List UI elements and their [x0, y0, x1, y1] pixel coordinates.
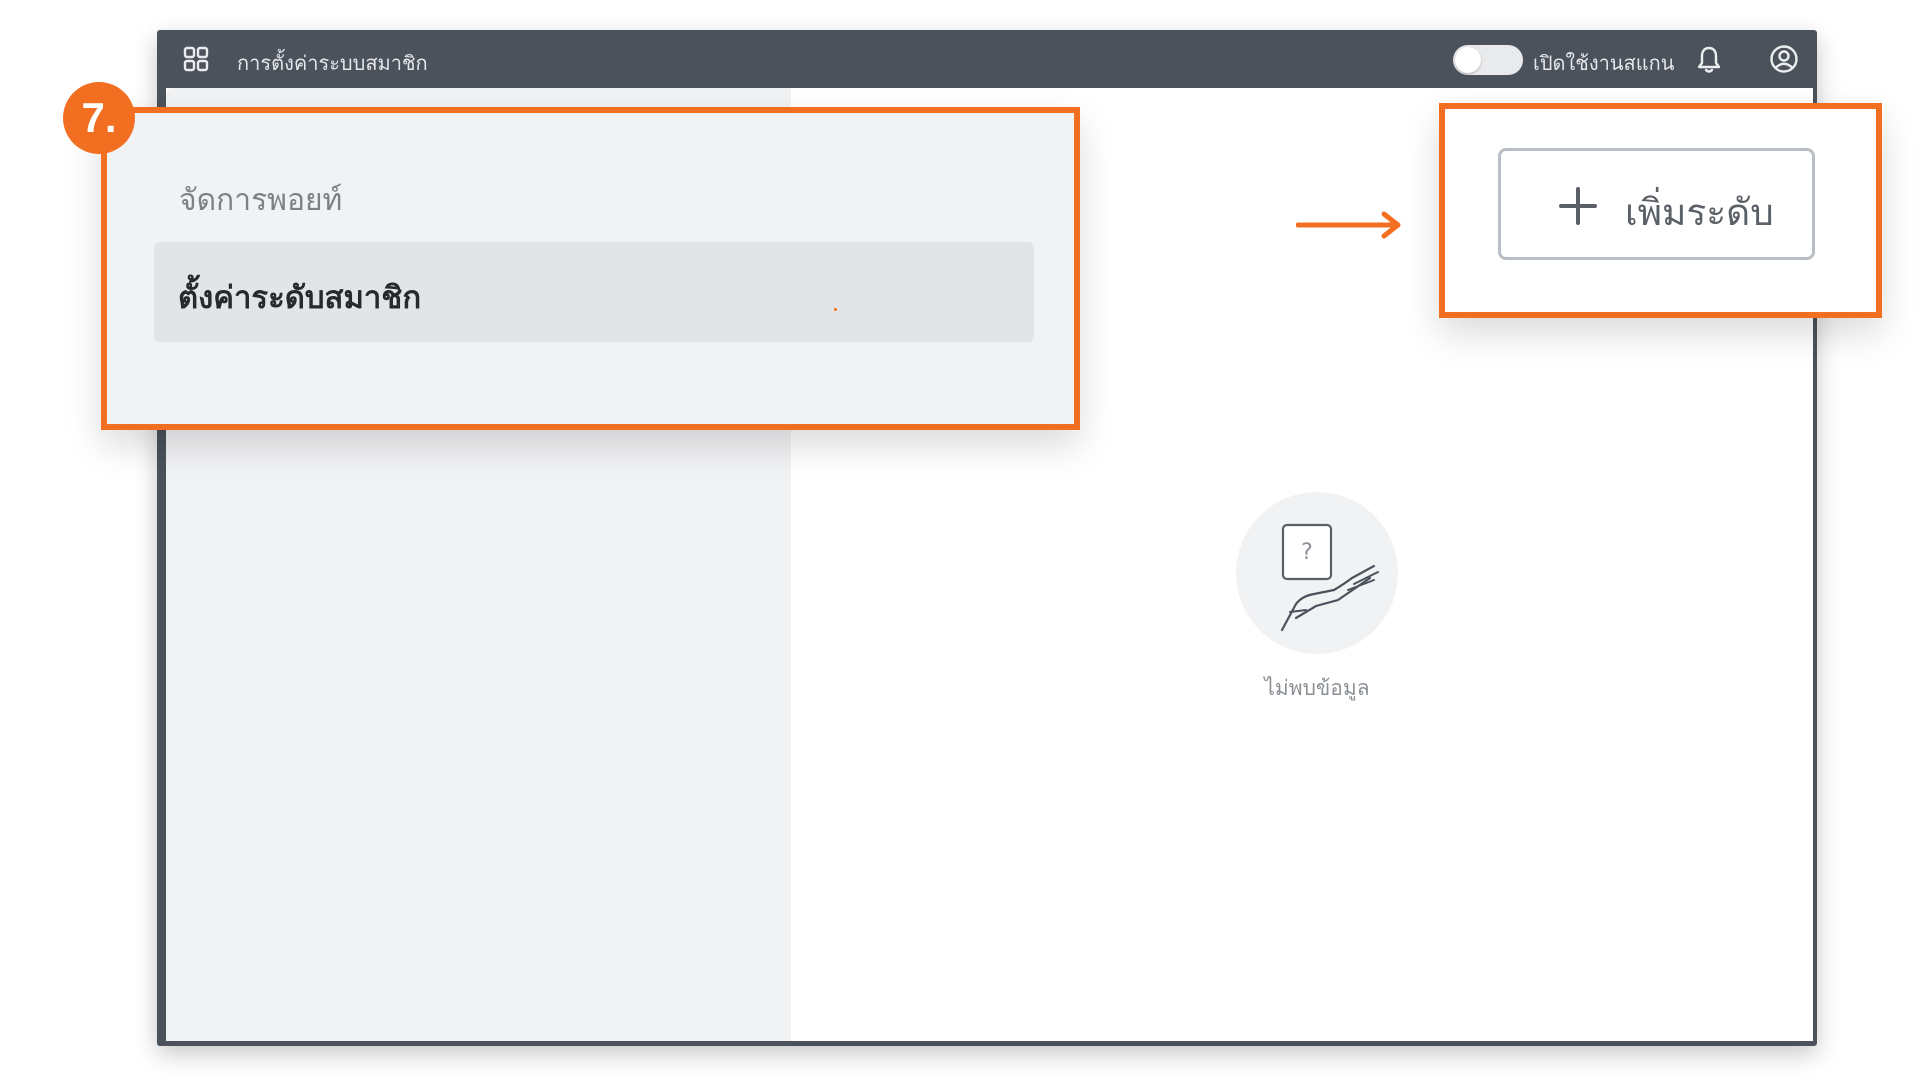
bell-icon[interactable] — [1695, 44, 1723, 74]
top-bar: การตั้งค่าระบบสมาชิก เปิดใช้งานสแกน — [157, 30, 1817, 88]
section-heading: จัดการพอยท์ — [179, 183, 343, 218]
app-title: การตั้งค่าระบบสมาชิก — [237, 51, 428, 75]
step-badge: 7. — [63, 82, 135, 154]
arrow-right-icon — [1296, 211, 1401, 239]
cursor-dot — [834, 308, 837, 311]
highlight-box-sidebar: จัดการพอยท์ ตั้งค่าระดับสมาชิก — [101, 107, 1080, 430]
svg-text:?: ? — [1301, 540, 1313, 565]
sidebar-item-member-levels[interactable]: ตั้งค่าระดับสมาชิก — [154, 242, 1034, 342]
highlight-box-add-button: เพิ่มระดับ — [1439, 103, 1882, 318]
page: การตั้งค่าระบบสมาชิก เปิดใช้งานสแกน ? ไม… — [0, 0, 1920, 1080]
user-circle-icon[interactable] — [1769, 44, 1799, 74]
plus-icon — [1559, 187, 1597, 225]
grid-icon[interactable] — [182, 45, 210, 73]
add-level-button[interactable]: เพิ่มระดับ — [1498, 148, 1815, 260]
hand-question-card-icon: ? — [1236, 492, 1398, 654]
toggle-knob — [1455, 47, 1481, 73]
scan-toggle-label: เปิดใช้งานสแกน — [1533, 51, 1675, 75]
empty-state-text: ไม่พบข้อมูล — [1264, 676, 1370, 700]
sidebar-item-label: ตั้งค่าระดับสมาชิก — [178, 280, 422, 316]
add-level-label: เพิ่มระดับ — [1625, 191, 1774, 234]
scan-toggle[interactable] — [1453, 45, 1523, 75]
